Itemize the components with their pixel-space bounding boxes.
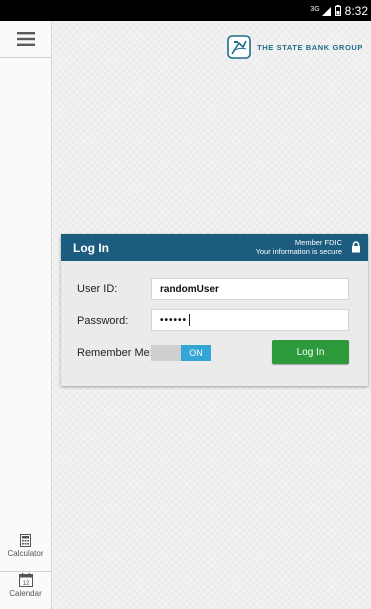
calculator-label: Calculator xyxy=(7,549,44,558)
password-input[interactable]: •••••• xyxy=(151,309,349,331)
user-id-value: randomUser xyxy=(160,283,219,295)
calculator-button[interactable]: Calculator xyxy=(0,534,51,558)
signal-indicator: 3G xyxy=(310,5,331,16)
remember-me-label: Remember Me: xyxy=(77,347,153,359)
calculator-icon xyxy=(20,534,31,547)
remember-me-toggle[interactable]: ON xyxy=(151,345,211,361)
menu-button[interactable] xyxy=(0,21,51,58)
password-value: •••••• xyxy=(160,314,188,326)
calendar-button[interactable]: 12 Calendar xyxy=(0,573,51,598)
sidebar: Calculator 12 Calendar xyxy=(0,21,52,609)
security-notice: Member FDIC Your information is secure xyxy=(256,238,342,256)
hamburger-menu-icon xyxy=(16,32,35,46)
sidebar-divider xyxy=(0,571,51,572)
login-button[interactable]: Log In xyxy=(272,340,349,364)
member-fdic-text: Member FDIC xyxy=(294,238,342,247)
login-title: Log In xyxy=(73,241,109,255)
lock-icon xyxy=(352,241,360,253)
login-card-header: Log In Member FDIC Your information is s… xyxy=(61,234,368,261)
calendar-label: Calendar xyxy=(9,589,42,598)
info-secure-text: Your information is secure xyxy=(255,247,342,256)
signal-icon xyxy=(321,6,331,16)
user-id-label: User ID: xyxy=(77,283,118,295)
clock: 8:32 xyxy=(344,3,368,18)
calendar-icon: 12 xyxy=(18,573,33,587)
calendar-icon-day: 12 xyxy=(22,581,29,587)
user-id-input[interactable]: randomUser xyxy=(151,278,349,300)
brand-logo: THE STATE BANK GROUP xyxy=(227,35,363,59)
network-type: 3G xyxy=(310,5,320,13)
bank-logo-icon xyxy=(227,35,251,59)
brand-name: THE STATE BANK GROUP xyxy=(257,42,363,52)
text-cursor xyxy=(189,314,191,326)
login-form: User ID: randomUser Password: •••••• Rem… xyxy=(61,261,368,386)
battery-icon xyxy=(334,5,341,16)
login-card: Log In Member FDIC Your information is s… xyxy=(61,234,368,386)
password-label: Password: xyxy=(77,315,129,327)
main-content: THE STATE BANK GROUP Log In Member FDIC … xyxy=(52,21,371,609)
toggle-state: ON xyxy=(181,345,211,361)
status-bar: 3G 8:32 xyxy=(0,0,371,21)
